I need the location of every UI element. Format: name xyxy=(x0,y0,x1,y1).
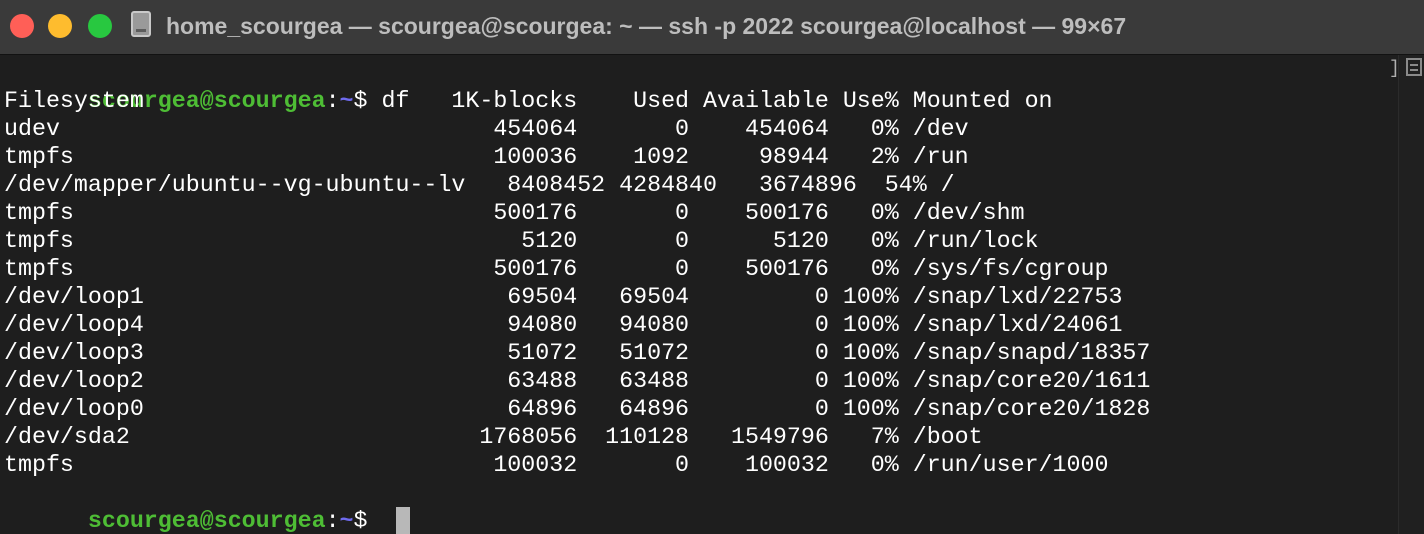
title-bar[interactable]: home_scourgea — scourgea@scourgea: ~ — s… xyxy=(0,0,1424,55)
df-output-line: /dev/loop1 69504 69504 0 100% /snap/lxd/… xyxy=(4,284,1123,310)
prompt-colon: : xyxy=(325,508,340,534)
minimize-window-button[interactable] xyxy=(48,14,72,38)
df-output-line: tmpfs 100036 1092 98944 2% /run xyxy=(4,144,969,170)
terminal-content[interactable]: scourgea@scourgea:~$ df Filesystem 1K-bl… xyxy=(0,55,1398,534)
split-pane-icon[interactable] xyxy=(1406,58,1422,76)
df-output-line: Filesystem 1K-blocks Used Available Use%… xyxy=(4,88,1053,114)
df-output-line: /dev/loop2 63488 63488 0 100% /snap/core… xyxy=(4,368,1151,394)
prompt-user-host: scourgea@scourgea xyxy=(87,508,326,534)
window-title: home_scourgea — scourgea@scourgea: ~ — s… xyxy=(166,13,1127,39)
df-output-line: /dev/mapper/ubuntu--vg-ubuntu--lv 840845… xyxy=(4,172,955,198)
df-output-line: /dev/loop3 51072 51072 0 100% /snap/snap… xyxy=(4,340,1151,366)
terminal-document-icon xyxy=(131,11,151,37)
df-output-line: tmpfs 500176 0 500176 0% /dev/shm xyxy=(4,200,1025,226)
terminal-window: home_scourgea — scourgea@scourgea: ~ — s… xyxy=(0,0,1424,534)
close-window-button[interactable] xyxy=(10,14,34,38)
command-line: scourgea@scourgea:~$ df xyxy=(4,59,410,114)
df-output-line: tmpfs 100032 0 100032 0% /run/user/1000 xyxy=(4,452,1109,478)
prompt-path: ~ xyxy=(339,508,354,534)
df-output-line: /dev/loop4 94080 94080 0 100% /snap/lxd/… xyxy=(4,312,1123,338)
df-output-line: tmpfs 5120 0 5120 0% /run/lock xyxy=(4,228,1039,254)
df-output-line: tmpfs 500176 0 500176 0% /sys/fs/cgroup xyxy=(4,256,1109,282)
vertical-scrollbar[interactable] xyxy=(1398,55,1424,534)
active-prompt-line[interactable]: scourgea@scourgea:~$ xyxy=(4,479,410,534)
df-output-line: /dev/loop0 64896 64896 0 100% /snap/core… xyxy=(4,396,1151,422)
text-cursor xyxy=(395,507,410,534)
df-output-line: /dev/sda2 1768056 110128 1549796 7% /boo… xyxy=(4,424,983,450)
prompt-dollar: $ xyxy=(353,508,382,534)
scroll-marker: ] xyxy=(1389,58,1400,80)
zoom-window-button[interactable] xyxy=(88,14,112,38)
df-output-line: udev 454064 0 454064 0% /dev xyxy=(4,116,969,142)
